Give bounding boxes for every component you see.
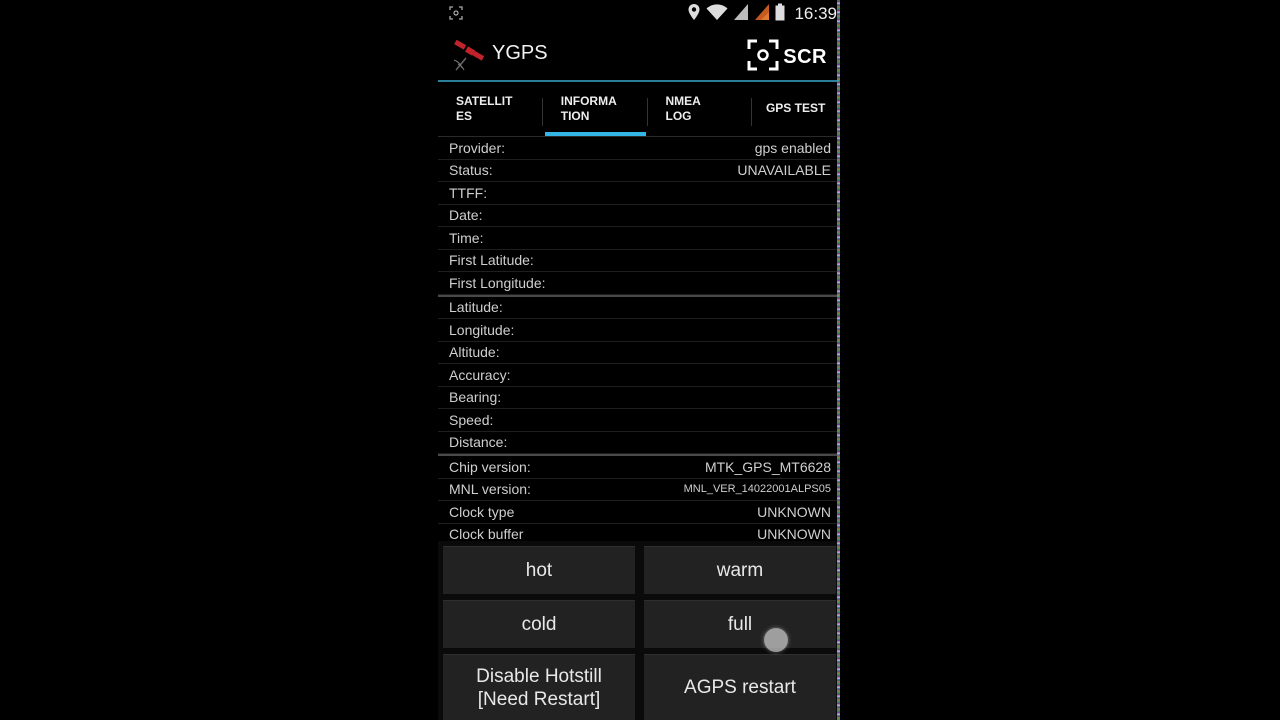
action-bar-divider <box>438 80 839 82</box>
tab-satellites[interactable]: SATELLIT ES <box>438 86 543 136</box>
disable-hotstill-line1: Disable Hotstill <box>476 665 602 687</box>
screenshot-icon <box>448 5 464 21</box>
row-chip-version: Chip version: MTK_GPS_MT6628 <box>438 456 839 479</box>
row-label: First Longitude: <box>449 274 546 291</box>
row-label: Altitude: <box>449 344 500 361</box>
row-label: Status: <box>449 162 493 179</box>
row-label: Latitude: <box>449 299 503 316</box>
row-label: TTFF: <box>449 184 488 201</box>
row-label: Time: <box>449 229 484 246</box>
row-altitude: Altitude: <box>438 342 839 364</box>
status-icons: 16:39 <box>687 3 837 25</box>
row-value: MTK_GPS_MT6628 <box>704 458 831 475</box>
row-date: Date: <box>438 205 839 227</box>
row-value: UNKNOWN <box>757 503 831 520</box>
tab-satellites-label: SATELLIT ES <box>456 94 513 123</box>
signal-icon <box>733 3 749 25</box>
app-title: YGPS <box>492 42 548 64</box>
row-time: Time: <box>438 227 839 250</box>
location-icon <box>687 3 701 25</box>
row-provider: Provider: gps enabled <box>438 137 839 160</box>
warm-restart-button[interactable]: warm <box>644 546 836 594</box>
row-label: Bearing: <box>449 389 502 406</box>
group-divider <box>438 454 839 456</box>
tab-information[interactable]: INFORMA TION <box>543 86 648 136</box>
row-label: Clock type <box>449 503 515 520</box>
action-bar: YGPS SCR <box>438 28 839 80</box>
row-label: Date: <box>449 207 483 224</box>
row-label: Chip version: <box>449 458 531 475</box>
row-latitude: Latitude: <box>438 297 839 319</box>
screen-edge-artifact <box>837 0 840 720</box>
row-label: First Latitude: <box>449 252 534 269</box>
row-first-latitude: First Latitude: <box>438 250 839 272</box>
row-value: UNAVAILABLE <box>737 162 831 179</box>
status-time: 16:39 <box>794 4 837 23</box>
full-restart-button[interactable]: full <box>644 600 836 648</box>
touch-indicator <box>764 628 788 652</box>
row-status: Status: UNAVAILABLE <box>438 160 839 182</box>
row-label: Distance: <box>449 434 508 451</box>
tab-gps-test[interactable]: GPS TEST <box>752 86 839 136</box>
row-mnl-version: MNL version: MNL_VER_14022001ALPS05 <box>438 479 839 501</box>
cold-restart-button[interactable]: cold <box>443 600 635 648</box>
row-label: Speed: <box>449 411 494 428</box>
agps-restart-button[interactable]: AGPS restart <box>644 654 836 720</box>
signal-2-icon <box>754 3 770 25</box>
tab-bar: SATELLIT ES INFORMA TION NMEA LOG GPS TE… <box>438 86 839 136</box>
row-label: Longitude: <box>449 321 515 338</box>
row-label: Accuracy: <box>449 366 511 383</box>
disable-hotstill-label: Disable Hotstill [Need Restart] <box>476 665 602 711</box>
group-divider <box>438 294 839 297</box>
info-list: Provider: gps enabled Status: UNAVAILABLE … <box>438 137 839 546</box>
row-bearing: Bearing: <box>438 387 839 409</box>
hot-restart-button[interactable]: hot <box>443 546 635 594</box>
row-first-longitude: First Longitude: <box>438 272 839 295</box>
camera-frame-icon <box>747 39 779 75</box>
phone-screen: 16:39 YGPS SCR SATELLIT ES INFORMA TION … <box>438 0 839 720</box>
status-bar: 16:39 <box>438 0 839 28</box>
row-value: MNL_VER_14022001ALPS05 <box>683 483 831 496</box>
row-longitude: Longitude: <box>438 319 839 342</box>
tab-gps-test-label: GPS TEST <box>765 101 826 115</box>
ygps-logo-icon <box>452 36 488 72</box>
row-value: gps enabled <box>754 139 831 156</box>
screenshot-button[interactable]: SCR <box>747 39 827 75</box>
row-label: MNL version: <box>449 481 531 498</box>
row-clock-type: Clock type UNKNOWN <box>438 501 839 524</box>
tab-nmea-log-label: NMEA LOG <box>665 94 701 123</box>
screenshot-label: SCR <box>783 45 827 68</box>
disable-hotstill-button[interactable]: Disable Hotstill [Need Restart] <box>443 654 635 720</box>
row-label: Clock buffer <box>449 526 524 543</box>
row-speed: Speed: <box>438 409 839 432</box>
tab-nmea-log[interactable]: NMEA LOG <box>648 86 753 136</box>
wifi-icon <box>706 3 728 25</box>
row-distance: Distance: <box>438 432 839 454</box>
row-label: Provider: <box>449 139 506 156</box>
battery-icon <box>775 3 785 25</box>
row-accuracy: Accuracy: <box>438 364 839 387</box>
row-ttff: TTFF: <box>438 182 839 205</box>
disable-hotstill-line2: [Need Restart] <box>477 688 601 710</box>
row-value: UNKNOWN <box>757 526 831 543</box>
tab-information-label: INFORMA TION <box>560 94 617 123</box>
